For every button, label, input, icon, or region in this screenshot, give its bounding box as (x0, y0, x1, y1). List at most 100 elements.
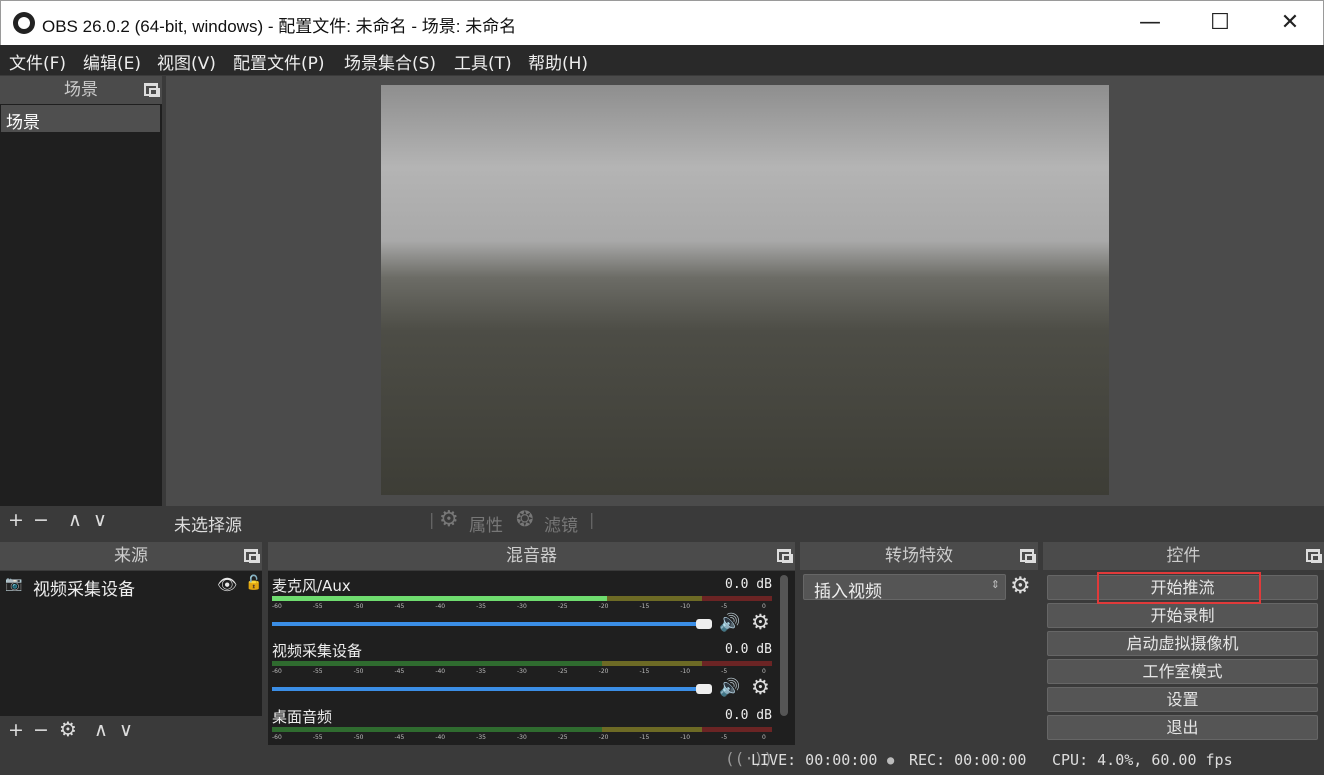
spinner-icon: ⇕ (990, 578, 1000, 591)
menu-scene-collection[interactable]: 场景集合(S) (344, 49, 436, 74)
transitions-panel: 插入视频 ⇕ ⚙ (800, 571, 1038, 745)
mixer-title-label: 混音器 (506, 546, 557, 566)
remove-source-button[interactable]: − (33, 719, 49, 741)
meter-tick-label: -20 (598, 734, 609, 741)
meter-zone (702, 661, 772, 666)
move-scene-up-button[interactable]: ∧ (68, 509, 82, 531)
channel-name: 桌面音频 (272, 708, 333, 726)
source-settings-gear-icon[interactable]: ⚙ (59, 717, 77, 741)
volume-slider[interactable] (272, 622, 700, 626)
channel-settings-gear-icon[interactable]: ⚙ (751, 675, 770, 699)
meter-tick-label: -40 (435, 734, 446, 741)
add-source-button[interactable]: + (8, 719, 24, 741)
meter-level (272, 596, 607, 601)
meter-tick-label: -60 (272, 668, 282, 675)
meter-tick-label: -50 (353, 603, 364, 610)
channel-db: 0.0 dB (725, 577, 772, 592)
meter-tick-label: -35 (476, 734, 486, 741)
channel-settings-gear-icon[interactable]: ⚙ (751, 610, 770, 634)
volume-slider[interactable] (272, 687, 700, 691)
meter-zone (272, 661, 602, 666)
settings-button[interactable]: 设置 (1047, 687, 1318, 712)
meter-tick-label: -60 (272, 603, 282, 610)
scenes-panel-title: 场景 (0, 76, 162, 104)
channel-name: 麦克风/Aux (272, 577, 351, 595)
meter-tick-label: -15 (639, 603, 650, 610)
add-scene-button[interactable]: + (8, 509, 24, 531)
speaker-icon[interactable]: 🔊 (719, 678, 740, 698)
meter-zone (602, 596, 702, 601)
menu-bar: 文件(F) 编辑(E) 视图(V) 配置文件(P) 场景集合(S) 工具(T) … (0, 45, 1324, 75)
window-title: OBS 26.0.2 (64-bit, windows) - 配置文件: 未命名… (42, 17, 517, 36)
start-virtual-camera-button[interactable]: 启动虚拟摄像机 (1047, 631, 1318, 656)
live-status: LIVE: 00:00:00 (751, 751, 878, 769)
meter-tick-label: -5 (721, 603, 728, 610)
sources-toolbar: + − ⚙ ∧ ∨ (0, 716, 262, 746)
meter-tick-label: -10 (680, 603, 691, 610)
minimize-button[interactable]: — (1115, 1, 1185, 46)
properties-button[interactable]: 属性 (469, 511, 503, 536)
meter-tick-label: -15 (639, 668, 650, 675)
menu-view[interactable]: 视图(V) (157, 49, 216, 74)
menu-file[interactable]: 文件(F) (9, 49, 66, 74)
lock-icon[interactable]: 🔓 (245, 575, 262, 591)
exit-button[interactable]: 退出 (1047, 715, 1318, 740)
start-recording-button[interactable]: 开始录制 (1047, 603, 1318, 628)
meter-tick-label: -55 (312, 734, 323, 741)
source-context-bar: 未选择源 | ⚙ 属性 ❂ 滤镜 | (166, 506, 1324, 536)
meter-tick-label: -20 (598, 668, 609, 675)
meter-tick-label: -35 (476, 668, 486, 675)
meter-zone (602, 661, 702, 666)
meter-tick-label: -5 (721, 734, 728, 741)
camera-icon: 📷 (5, 576, 23, 592)
close-button[interactable]: ✕ (1255, 1, 1324, 46)
meter-tick-label: -30 (517, 668, 527, 675)
volume-slider-handle[interactable] (696, 619, 712, 629)
meter-tick-label: -35 (476, 603, 486, 610)
cpu-status: CPU: 4.0%, 60.00 fps (1052, 751, 1233, 769)
transition-select[interactable]: 插入视频 ⇕ (803, 574, 1006, 602)
volume-slider-handle[interactable] (696, 684, 712, 694)
meter-tick-label: -30 (517, 603, 527, 610)
undock-icon[interactable] (144, 83, 160, 97)
channel-db: 0.0 dB (725, 708, 772, 723)
mixer-channel: 麦克风/Aux 0.0 dB -60 -55 -50 -45 -40 -35 -30 -25 -20… (268, 575, 778, 639)
filters-button[interactable]: 滤镜 (544, 511, 578, 536)
menu-profile[interactable]: 配置文件(P) (233, 49, 325, 74)
maximize-button[interactable]: ☐ (1185, 1, 1255, 46)
menu-help[interactable]: 帮助(H) (528, 49, 588, 74)
studio-mode-button[interactable]: 工作室模式 (1047, 659, 1318, 684)
remove-scene-button[interactable]: − (33, 509, 49, 531)
controls-panel-title: 控件 (1043, 542, 1324, 570)
meter-zone (272, 727, 602, 732)
speaker-icon[interactable]: 🔊 (719, 613, 740, 633)
preview-area (166, 76, 1324, 506)
move-source-down-button[interactable]: ∨ (119, 719, 133, 741)
meter-tick-label: -60 (272, 734, 282, 741)
undock-icon[interactable] (1306, 549, 1322, 563)
transition-settings-gear-icon[interactable]: ⚙ (1010, 573, 1031, 599)
transitions-title-label: 转场特效 (885, 546, 953, 566)
menu-tools[interactable]: 工具(T) (454, 49, 512, 74)
meter-zone (602, 727, 702, 732)
sources-title-label: 来源 (114, 546, 148, 566)
transitions-panel-title: 转场特效 (800, 542, 1038, 570)
undock-icon[interactable] (1020, 549, 1036, 563)
undock-icon[interactable] (244, 549, 260, 563)
scene-item[interactable]: 场景 (1, 105, 160, 133)
source-item[interactable]: 📷 视频采集设备 👁 🔓 (0, 573, 262, 600)
sources-list: 📷 视频采集设备 👁 🔓 (0, 571, 262, 716)
meter-tick-label: -40 (435, 603, 446, 610)
mixer-scrollbar[interactable] (780, 575, 788, 716)
video-preview[interactable] (381, 85, 1109, 495)
undock-icon[interactable] (777, 549, 793, 563)
move-source-up-button[interactable]: ∧ (94, 719, 108, 741)
meter-tick-label: -15 (639, 734, 650, 741)
menu-edit[interactable]: 编辑(E) (83, 49, 141, 74)
move-scene-down-button[interactable]: ∨ (93, 509, 107, 531)
mixer-panel: 麦克风/Aux 0.0 dB -60 -55 -50 -45 -40 -35 -30 -25 -20… (268, 571, 795, 745)
eye-icon[interactable]: 👁 (217, 575, 237, 594)
obs-logo-icon (13, 12, 35, 34)
controls-title-label: 控件 (1166, 546, 1201, 566)
mixer-panel-title: 混音器 (268, 542, 795, 570)
